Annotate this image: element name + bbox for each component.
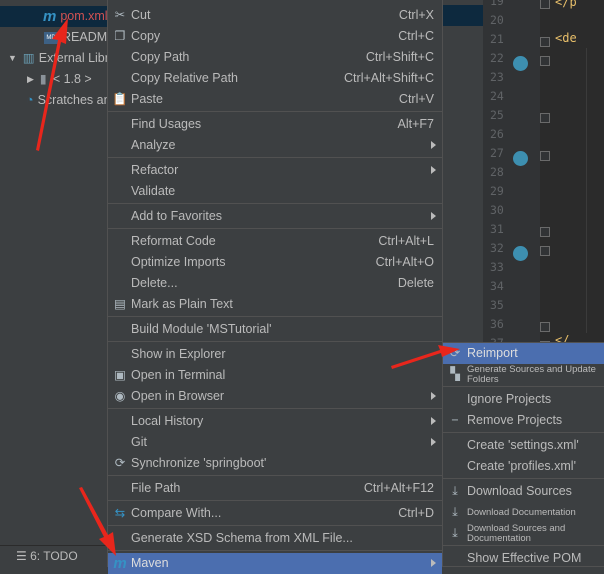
annotation-arrows [36, 18, 460, 556]
red-arrow-maven [79, 487, 116, 556]
red-arrow-reimport [391, 345, 460, 369]
red-arrow-pom [36, 18, 68, 151]
